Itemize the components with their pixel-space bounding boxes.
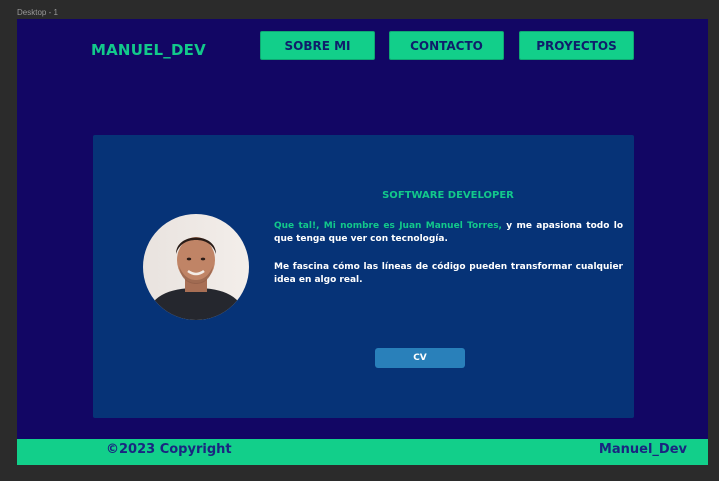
intro-paragraph: Que tal!, Mi nombre es Juan Manuel Torre… — [274, 220, 623, 246]
intro-highlight: Que tal!, Mi nombre es Juan Manuel Torre… — [274, 221, 502, 231]
footer-name: Manuel_Dev — [598, 442, 687, 457]
cv-button[interactable]: CV — [375, 348, 465, 368]
footer-copyright: ©2023 Copyright — [106, 442, 232, 457]
profile-card: SOFTWARE DEVELOPER Que tal!, Mi nombre e… — [93, 135, 634, 418]
profile-photo-image — [143, 214, 249, 320]
canvas-frame-label: Desktop - 1 — [17, 8, 58, 17]
page-title: SOFTWARE DEVELOPER — [382, 190, 514, 201]
nav-button-sobre-mi[interactable]: SOBRE MI — [260, 31, 375, 60]
description-paragraph: Me fascina cómo las líneas de código pue… — [274, 262, 623, 285]
brand-logo-text[interactable]: MANUEL_DEV — [91, 41, 206, 59]
avatar — [143, 214, 249, 320]
nav-button-proyectos[interactable]: PROYECTOS — [519, 31, 634, 60]
desktop-frame: MANUEL_DEV SOBRE MI CONTACTO PROYECTOS S… — [17, 19, 708, 465]
nav-button-contacto[interactable]: CONTACTO — [389, 31, 504, 60]
footer: ©2023 Copyright Manuel_Dev — [17, 439, 708, 465]
